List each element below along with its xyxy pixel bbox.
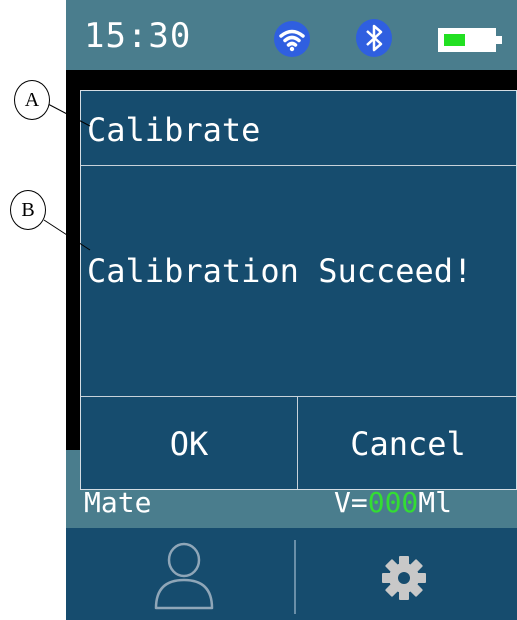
ok-button[interactable]: OK bbox=[81, 397, 297, 489]
bottom-divider bbox=[294, 540, 296, 614]
dialog-message: Calibration Succeed! bbox=[87, 252, 473, 290]
battery-icon bbox=[438, 28, 502, 52]
volume-readout: V=000Ml bbox=[334, 486, 452, 519]
status-bar: 15:30 bbox=[66, 0, 517, 70]
user-icon[interactable] bbox=[144, 540, 224, 612]
clock-time: 15:30 bbox=[84, 16, 192, 56]
dialog-title-divider bbox=[81, 165, 516, 166]
battery-terminal bbox=[496, 36, 502, 44]
bluetooth-icon bbox=[356, 19, 392, 57]
volume-prefix: V= bbox=[334, 486, 368, 519]
volume-unit: Ml bbox=[418, 486, 453, 519]
dialog-title: Calibrate bbox=[87, 111, 261, 149]
calibrate-dialog: Calibrate Calibration Succeed! OK Cancel bbox=[80, 90, 517, 490]
volume-value: 000 bbox=[367, 486, 419, 519]
battery-level-fill bbox=[444, 34, 465, 46]
gear-icon[interactable] bbox=[374, 548, 434, 608]
info-left-label: Mate bbox=[84, 486, 152, 519]
callout-b: B bbox=[10, 190, 46, 230]
wifi-icon bbox=[274, 21, 310, 57]
bottom-bar bbox=[66, 528, 517, 620]
cancel-button[interactable]: Cancel bbox=[298, 397, 516, 489]
callout-a: A bbox=[14, 80, 50, 120]
